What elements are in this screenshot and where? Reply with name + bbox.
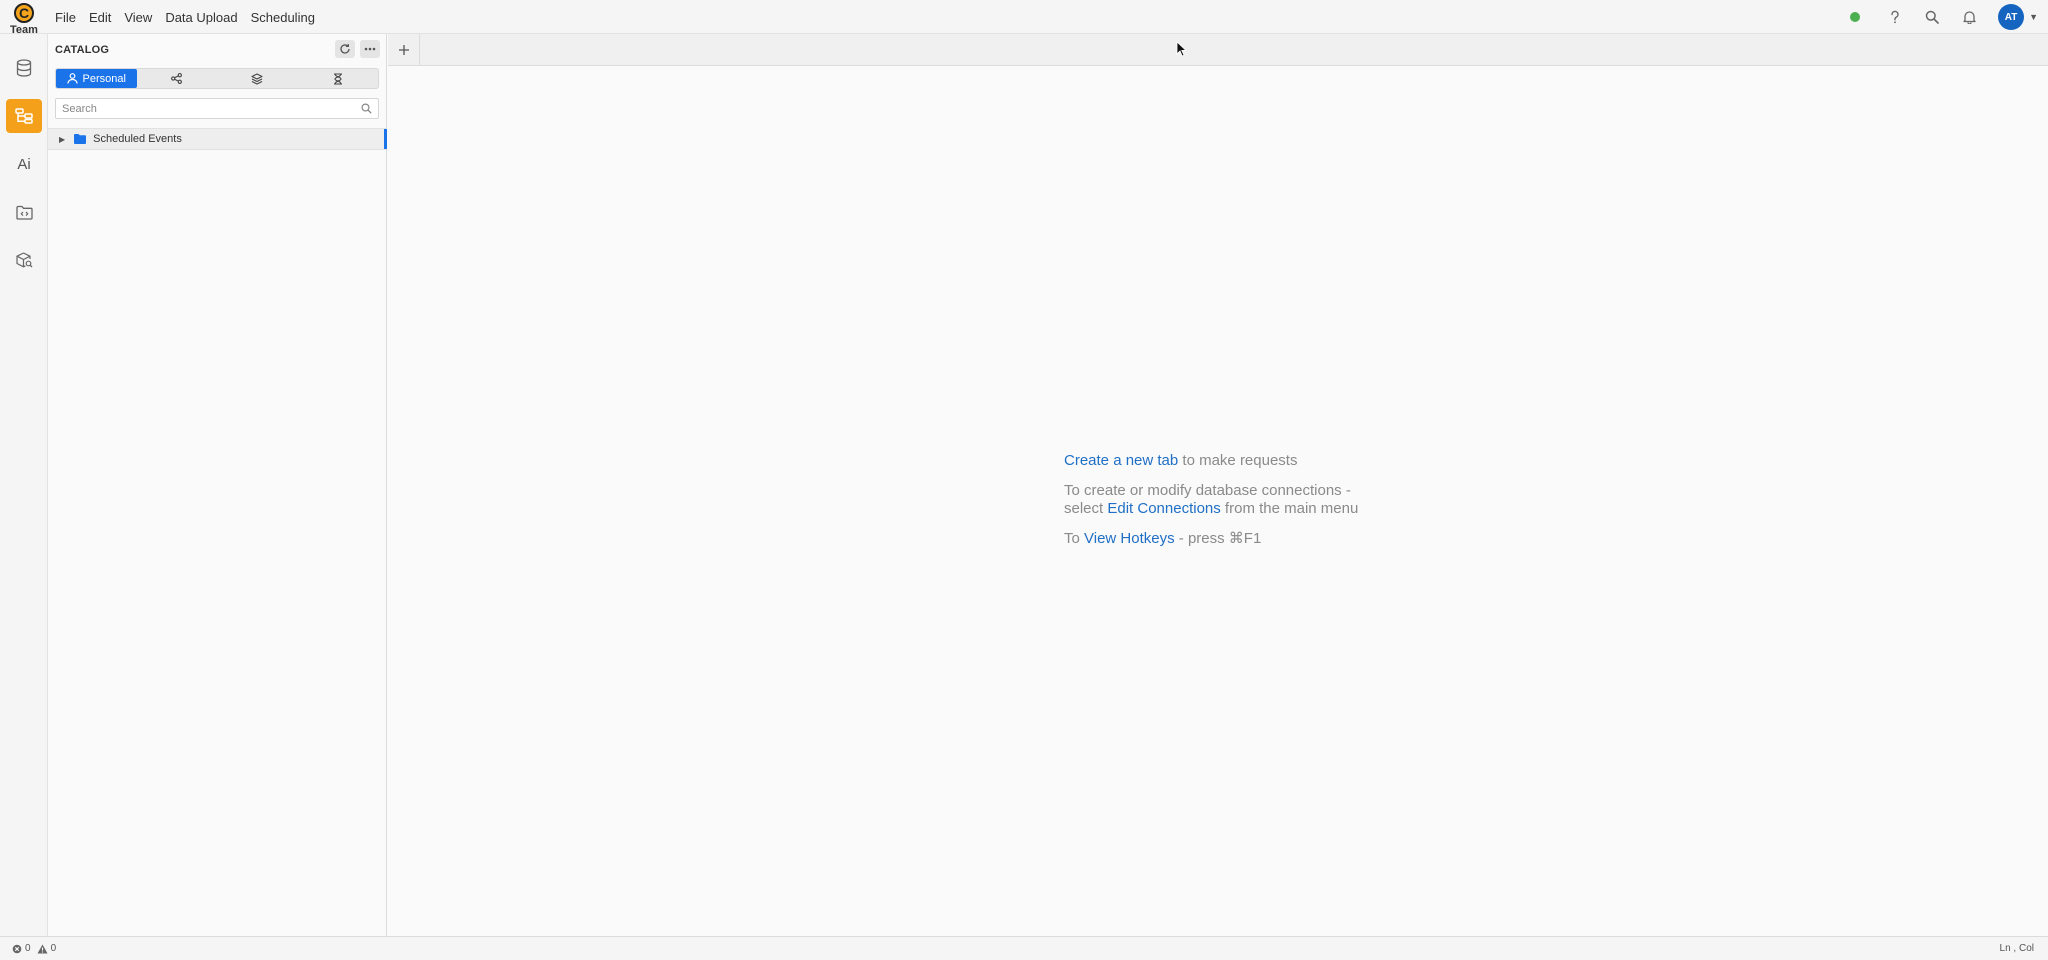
connection-status-indicator (1850, 12, 1861, 22)
editor-main-area: Create a new tab to make requests To cre… (388, 66, 2048, 936)
share-icon (171, 73, 183, 84)
left-icon-rail: Ai (0, 34, 48, 936)
search-icon[interactable] (1924, 9, 1940, 25)
tab-history[interactable] (298, 69, 379, 88)
main-menu: File Edit View Data Upload Scheduling (55, 0, 328, 34)
tab-personal-label: Personal (82, 72, 126, 85)
menu-file[interactable]: File (55, 10, 76, 25)
menu-edit[interactable]: Edit (89, 10, 111, 25)
hotkeys-line: To View Hotkeys - press ⌘F1 (1064, 530, 1358, 548)
expand-caret-icon[interactable]: ▶ (59, 135, 65, 144)
catalog-tree-icon[interactable] (6, 99, 42, 133)
folder-icon (74, 132, 87, 147)
menu-data-upload[interactable]: Data Upload (165, 10, 237, 25)
problems-summary[interactable]: 0 0 (12, 943, 62, 954)
create-new-tab-link[interactable]: Create a new tab (1064, 452, 1178, 469)
create-tab-text: to make requests (1178, 452, 1298, 469)
help-icon[interactable] (1887, 9, 1903, 25)
database-icon[interactable] (6, 51, 42, 85)
top-right-controls: AT ▼ (1850, 0, 2048, 34)
team-label: Team (10, 24, 38, 36)
warning-count: 0 (50, 943, 57, 954)
connections-line-2: select Edit Connections from the main me… (1064, 500, 1358, 518)
user-avatar[interactable]: AT (1998, 4, 2025, 30)
welcome-message: Create a new tab to make requests To cre… (1064, 452, 1358, 560)
create-tab-line: Create a new tab to make requests (1064, 452, 1358, 470)
hotkeys-suffix-text: - press ⌘F1 (1174, 530, 1262, 547)
catalog-title: CATALOG (55, 44, 110, 56)
menu-view[interactable]: View (124, 10, 152, 25)
catalog-search (55, 98, 379, 119)
error-count: 0 (25, 943, 31, 954)
selection-indicator (384, 129, 387, 149)
tab-shared[interactable] (137, 69, 218, 88)
catalog-search-input[interactable] (56, 99, 346, 118)
logo-mark: C (14, 3, 34, 23)
connections-select-text: select (1064, 500, 1108, 517)
chevron-down-icon[interactable]: ▼ (2029, 12, 2038, 22)
hourglass-icon (333, 72, 342, 85)
refresh-icon[interactable] (335, 40, 355, 58)
more-options-icon[interactable] (360, 40, 380, 58)
plus-icon (398, 45, 409, 55)
ai-icon[interactable]: Ai (6, 147, 42, 181)
menu-scheduling[interactable]: Scheduling (251, 10, 315, 25)
catalog-panel: CATALOG Personal ▶ Scheduled Events (48, 34, 387, 936)
hotkeys-prefix-text: To (1064, 530, 1085, 547)
error-icon (12, 944, 22, 953)
top-menu-bar: File Edit View Data Upload Scheduling AT… (0, 0, 2048, 34)
person-icon (66, 73, 78, 84)
package-search-icon[interactable] (6, 243, 42, 277)
app-logo[interactable]: C Team (0, 0, 48, 38)
tree-item-label: Scheduled Events (93, 133, 182, 145)
catalog-tabs: Personal (55, 68, 379, 89)
tree-item-scheduled-events[interactable]: ▶ Scheduled Events (48, 128, 387, 150)
add-tab-button[interactable] (388, 34, 420, 66)
connections-suffix-text: from the main menu (1220, 500, 1359, 517)
status-bar: 0 0 Ln , Col (0, 936, 2048, 960)
tab-personal[interactable]: Personal (56, 69, 137, 88)
warning-icon (37, 944, 48, 953)
mouse-cursor-icon (1176, 41, 1188, 60)
search-icon[interactable] (361, 102, 372, 117)
layers-icon (251, 72, 263, 85)
tab-layers[interactable] (217, 69, 298, 88)
cursor-position: Ln , Col (1999, 943, 2034, 954)
edit-connections-link[interactable]: Edit Connections (1107, 500, 1220, 517)
bell-icon[interactable] (1961, 9, 1977, 25)
editor-tab-bar (388, 34, 2048, 66)
connections-line-1: To create or modify database connections… (1064, 482, 1351, 499)
code-folder-icon[interactable] (6, 195, 42, 229)
view-hotkeys-link[interactable]: View Hotkeys (1084, 530, 1175, 547)
